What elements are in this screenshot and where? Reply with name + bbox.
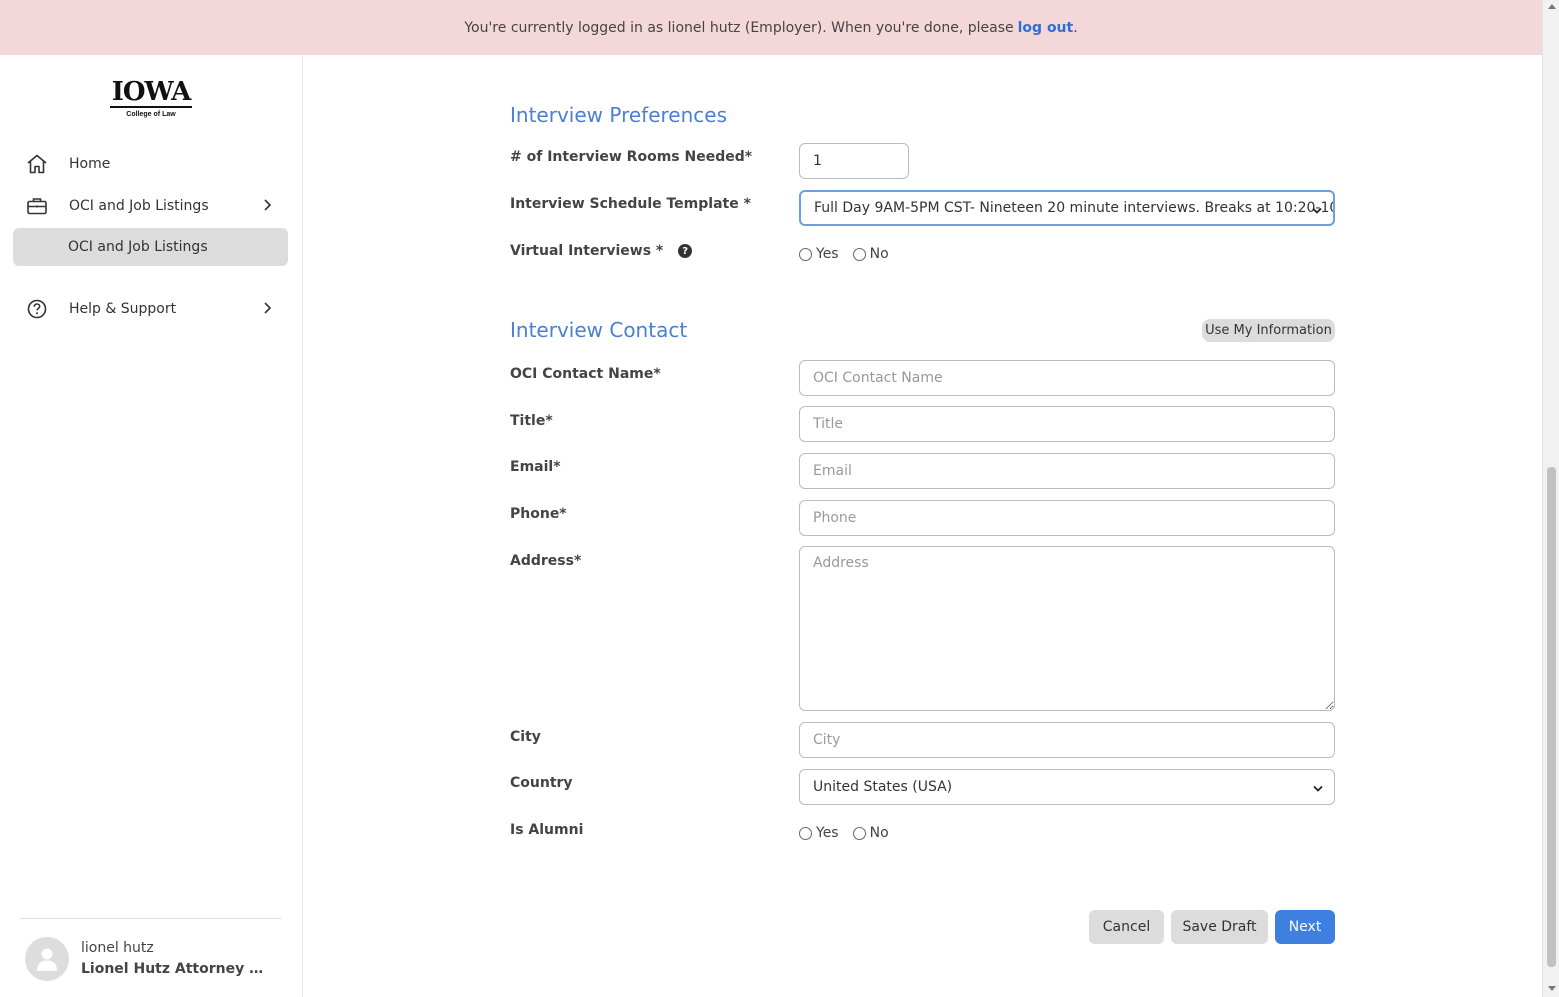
- user-organization: Lionel Hutz Attorney at L...: [81, 961, 266, 977]
- vertical-scrollbar[interactable]: [1542, 0, 1559, 997]
- virtual-interviews-radio-group: Yes No: [799, 246, 903, 262]
- chevron-right-icon: [262, 301, 272, 319]
- contact-name-label: OCI Contact Name*: [510, 366, 661, 382]
- city-input[interactable]: [799, 722, 1335, 758]
- sidebar-subitem-oci-job-listings[interactable]: OCI and Job Listings: [13, 228, 288, 266]
- logo-word: IOWA: [111, 77, 192, 107]
- country-value: United States (USA): [813, 779, 953, 795]
- rooms-needed-input[interactable]: [799, 143, 909, 179]
- sidebar-item-label: OCI and Job Listings: [69, 198, 209, 214]
- logout-link[interactable]: log out: [1018, 20, 1074, 36]
- use-my-information-button[interactable]: Use My Information: [1202, 319, 1335, 342]
- address-label: Address*: [510, 553, 582, 569]
- scroll-down-arrow-icon[interactable]: [1548, 986, 1556, 991]
- next-button[interactable]: Next: [1275, 910, 1335, 944]
- section-title-interview-preferences: Interview Preferences: [510, 103, 727, 127]
- option-label: Yes: [816, 825, 839, 841]
- user-name: lionel hutz: [81, 940, 154, 956]
- schedule-template-value: Full Day 9AM-5PM CST- Nineteen 20 minute…: [814, 200, 1335, 216]
- sidebar-item-label: Home: [69, 156, 111, 172]
- briefcase-icon: [25, 194, 49, 218]
- title-label: Title*: [510, 413, 553, 429]
- virtual-no-option[interactable]: No: [852, 246, 889, 262]
- sidebar-item-label: Help & Support: [69, 301, 177, 317]
- virtual-interviews-label-text: Virtual Interviews *: [510, 243, 664, 259]
- email-label: Email*: [510, 459, 561, 475]
- is-alumni-radio-group: Yes No: [799, 825, 903, 841]
- sidebar-item-label: OCI and Job Listings: [68, 239, 208, 255]
- avatar: [25, 937, 69, 981]
- banner-text: You're currently logged in as lionel hut…: [464, 19, 1014, 36]
- virtual-no-radio[interactable]: [852, 248, 866, 261]
- login-banner: You're currently logged in as lionel hut…: [0, 0, 1542, 55]
- sidebar-item-help-support[interactable]: Help & Support: [13, 290, 288, 328]
- logo-subtitle: College of Law: [126, 111, 176, 118]
- virtual-yes-option[interactable]: Yes: [799, 246, 839, 262]
- virtual-interviews-label: Virtual Interviews * ?: [510, 243, 693, 259]
- alumni-yes-option[interactable]: Yes: [799, 825, 839, 841]
- scroll-up-arrow-icon[interactable]: [1548, 4, 1556, 9]
- virtual-yes-radio[interactable]: [799, 248, 812, 261]
- banner-trailing: .: [1073, 19, 1078, 36]
- chevron-down-icon: [1312, 782, 1324, 798]
- main-content: Interview Preferences # of Interview Roo…: [303, 55, 1542, 997]
- option-label: No: [869, 825, 889, 841]
- country-label: Country: [510, 775, 573, 791]
- home-icon: [25, 152, 49, 176]
- country-select[interactable]: United States (USA): [799, 769, 1335, 805]
- contact-name-input[interactable]: [799, 360, 1335, 396]
- sidebar-item-home[interactable]: Home: [13, 145, 288, 183]
- chevron-right-icon: [262, 198, 272, 216]
- phone-label: Phone*: [510, 506, 567, 522]
- rooms-needed-label: # of Interview Rooms Needed*: [510, 149, 753, 165]
- phone-input[interactable]: [799, 500, 1335, 536]
- help-circle-icon: [25, 297, 49, 321]
- question-icon[interactable]: ?: [678, 244, 693, 258]
- section-title-interview-contact: Interview Contact: [510, 318, 688, 342]
- chevron-down-icon: [1311, 204, 1323, 220]
- schedule-template-label: Interview Schedule Template *: [510, 196, 751, 212]
- is-alumni-label: Is Alumni: [510, 822, 584, 838]
- address-textarea[interactable]: [799, 546, 1335, 711]
- sidebar: IOWA College of Law Home OCI and Job Lis…: [0, 55, 303, 997]
- alumni-no-option[interactable]: No: [852, 825, 889, 841]
- scrollbar-thumb[interactable]: [1547, 467, 1556, 967]
- alumni-no-radio[interactable]: [852, 827, 866, 840]
- sidebar-item-oci-job-listings[interactable]: OCI and Job Listings: [13, 187, 288, 225]
- cancel-button[interactable]: Cancel: [1089, 910, 1164, 944]
- save-draft-button[interactable]: Save Draft: [1171, 910, 1268, 944]
- divider: [20, 918, 282, 919]
- option-label: No: [869, 246, 889, 262]
- alumni-yes-radio[interactable]: [799, 827, 812, 840]
- city-label: City: [510, 729, 541, 745]
- title-input[interactable]: [799, 406, 1335, 442]
- email-input[interactable]: [799, 453, 1335, 489]
- option-label: Yes: [816, 246, 839, 262]
- user-profile[interactable]: lionel hutz Lionel Hutz Attorney at L...: [25, 937, 266, 981]
- schedule-template-select[interactable]: Full Day 9AM-5PM CST- Nineteen 20 minute…: [799, 190, 1335, 226]
- iowa-law-logo[interactable]: IOWA College of Law: [110, 78, 192, 118]
